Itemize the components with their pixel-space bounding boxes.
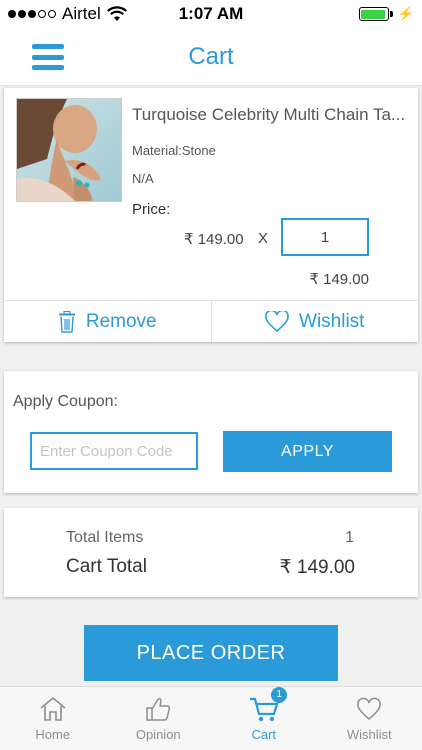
product-variant: N/A	[132, 171, 154, 186]
battery-icon: ⚡	[358, 6, 414, 22]
coupon-label: Apply Coupon:	[13, 393, 118, 410]
cart-item-card: Turquoise Celebrity Multi Chain Ta... Ma…	[4, 88, 418, 342]
total-items-value: 1	[345, 529, 354, 546]
cart-item-actions: Remove Wishlist	[4, 300, 418, 342]
coupon-card: Apply Coupon: APPLY	[4, 371, 418, 493]
coupon-code-input[interactable]	[30, 432, 198, 470]
apply-coupon-button[interactable]: APPLY	[223, 431, 392, 472]
cart-total-value: ₹ 149.00	[279, 557, 355, 578]
battery-fill	[361, 9, 386, 19]
charging-bolt-icon: ⚡	[397, 6, 414, 21]
place-order-button[interactable]: PLACE ORDER	[84, 625, 338, 681]
heart-icon	[265, 310, 289, 332]
remove-button[interactable]: Remove	[4, 301, 211, 342]
quantity-input[interactable]	[281, 218, 369, 256]
unit-price: ₹ 149.00	[184, 231, 244, 248]
product-image[interactable]	[16, 98, 122, 202]
tab-opinion[interactable]: Opinion	[106, 687, 212, 750]
tab-wishlist[interactable]: Wishlist	[317, 687, 422, 750]
line-total: ₹ 149.00	[309, 271, 369, 288]
status-left: Airtel	[8, 4, 127, 24]
wishlist-button[interactable]: Wishlist	[210, 301, 419, 342]
home-icon	[40, 696, 66, 721]
price-label: Price:	[132, 201, 171, 218]
tab-opinion-label: Opinion	[135, 727, 181, 742]
product-name[interactable]: Turquoise Celebrity Multi Chain Ta...	[132, 105, 408, 125]
product-material: Material:Stone	[132, 143, 216, 158]
cart-badge: 1	[271, 687, 288, 703]
tab-cart[interactable]: 1 Cart	[211, 687, 317, 750]
status-bar: Airtel 1:07 AM ⚡	[0, 0, 422, 28]
tab-wishlist-label: Wishlist	[346, 727, 392, 742]
thumbs-up-icon	[146, 698, 171, 721]
wishlist-label: Wishlist	[299, 310, 365, 332]
cart-total-label: Cart Total	[66, 556, 147, 577]
heart-icon	[357, 697, 382, 720]
tab-home-label: Home	[35, 727, 71, 742]
carrier-name: Airtel	[62, 4, 101, 23]
remove-label: Remove	[85, 310, 157, 332]
bottom-tab-bar: Home Opinion 1 Cart Wishlist	[0, 686, 422, 750]
quantity-multiplier: X	[258, 230, 269, 247]
tab-home[interactable]: Home	[0, 687, 106, 750]
tab-cart-label: Cart	[251, 727, 277, 742]
total-items-label: Total Items	[66, 529, 144, 546]
page-title: Cart	[188, 43, 234, 70]
app-header: Cart	[0, 28, 422, 86]
wifi-icon	[106, 6, 127, 21]
trash-icon	[58, 310, 75, 333]
totals-card: Total Items 1 Cart Total ₹ 149.00	[4, 508, 418, 597]
signal-strength-icon	[8, 10, 56, 18]
